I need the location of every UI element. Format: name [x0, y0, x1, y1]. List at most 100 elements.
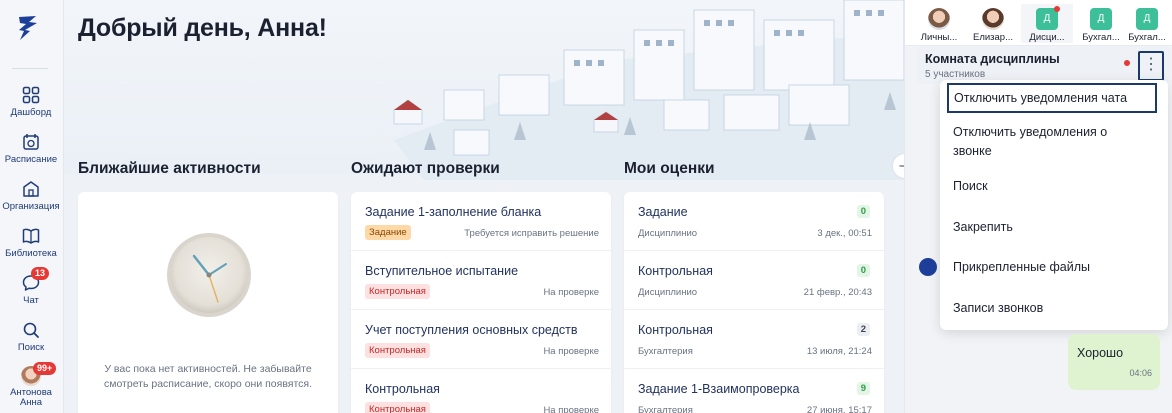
score-badge: 0: [856, 264, 870, 277]
sidebar-item-schedule[interactable]: Расписание: [0, 133, 62, 165]
menu-item-call-records[interactable]: Записи звонков: [940, 299, 1168, 318]
type-tag: Задание: [365, 225, 411, 240]
unread-dot: [1054, 6, 1060, 12]
kebab-icon: ⋮: [1143, 56, 1159, 73]
review-item[interactable]: Контрольная Контрольная На проверке: [351, 369, 611, 413]
review-item-title: Учет поступления основных средств: [365, 323, 578, 337]
search-icon: [23, 322, 39, 338]
grade-subject: Дисциплинио: [638, 228, 698, 239]
review-title: Ожидают проверки: [351, 160, 500, 177]
grade-item-title: Контрольная: [638, 323, 713, 337]
status-dot: [1124, 60, 1130, 66]
chat-tab[interactable]: Личны...: [913, 4, 965, 43]
unread-badge: 13: [31, 267, 50, 280]
sidebar-item-label: Организация: [2, 201, 60, 212]
empty-state-text: У вас пока нет активностей. Не забывайте…: [103, 363, 313, 390]
chat-tab-label: Бухгал...: [1082, 32, 1120, 43]
sidebar-item-organization[interactable]: Организация: [0, 180, 62, 212]
left-sidebar: Дашборд Расписание Организация Библиотек…: [0, 0, 64, 413]
avatar: Д: [1136, 8, 1158, 30]
grade-subject: Дисциплинио: [638, 287, 698, 298]
grade-date: 3 дек., 00:51: [817, 228, 872, 239]
score-badge: 9: [856, 382, 870, 395]
dashboard-icon: [22, 86, 40, 104]
avatar-letter: Д: [1097, 13, 1105, 24]
review-status: На проверке: [543, 287, 599, 298]
review-item-title: Вступительное испытание: [365, 264, 519, 278]
grade-item[interactable]: Задание 1-Взаимопроверка 9 Бухгалтерия 2…: [624, 369, 884, 413]
menu-item-pin[interactable]: Закрепить: [940, 218, 1168, 237]
main-content: Добрый день, Анна! Ближайшие активности …: [64, 0, 904, 413]
menu-item-attached-files[interactable]: Прикрепленные файлы: [940, 258, 1168, 277]
more-options-button[interactable]: ⋮: [1138, 51, 1164, 81]
grades-card: Задание 0 Дисциплинио 3 дек., 00:51 Конт…: [624, 192, 884, 413]
message-text: Хорошо: [1077, 346, 1124, 360]
calendar-icon: [23, 134, 39, 150]
avatar: Д: [1036, 6, 1060, 30]
message-time: 04:06: [1129, 368, 1152, 378]
sidebar-item-dashboard[interactable]: Дашборд: [0, 86, 62, 118]
score-badge: 0: [856, 205, 870, 218]
city-illustration: [393, 0, 904, 180]
review-item[interactable]: Учет поступления основных средств Контро…: [351, 310, 611, 369]
sidebar-item-profile[interactable]: Антонова Анна 99+: [0, 362, 62, 408]
chat-tab[interactable]: Д Бухгал...: [1127, 4, 1167, 43]
review-item[interactable]: Задание 1-заполнение бланка Задание Треб…: [351, 192, 611, 251]
review-status: На проверке: [543, 346, 599, 357]
page-title: Добрый день, Анна!: [78, 14, 327, 42]
grade-item-title: Контрольная: [638, 264, 713, 278]
sidebar-item-search[interactable]: Поиск: [0, 321, 62, 353]
chat-room-header: Комната дисциплины 5 участников: [917, 46, 1171, 84]
grade-subject: Бухгалтерия: [638, 405, 693, 413]
room-title: Комната дисциплины: [925, 52, 1060, 66]
sidebar-item-library[interactable]: Библиотека: [0, 227, 62, 259]
type-tag: Контрольная: [365, 402, 430, 413]
user-name-line2: Анна: [19, 397, 43, 408]
library-icon: [22, 228, 40, 244]
grade-date: 13 июля, 21:24: [806, 346, 872, 357]
chat-context-menu: Отключить уведомления чата Отключить уве…: [940, 80, 1168, 330]
logo-icon[interactable]: [16, 14, 40, 42]
grade-date: 21 февр., 20:43: [803, 287, 872, 298]
chat-tab-label: Дисци...: [1029, 32, 1065, 43]
menu-item-search[interactable]: Поиск: [940, 177, 1168, 196]
sidebar-item-label: Поиск: [17, 342, 45, 353]
grade-subject: Бухгалтерия: [638, 346, 693, 357]
review-item[interactable]: Вступительное испытание Контрольная На п…: [351, 251, 611, 310]
notification-badge: 99+: [33, 362, 57, 375]
chat-tab-label: Личны...: [920, 32, 958, 43]
sidebar-item-label: Дашборд: [10, 107, 52, 118]
chat-tab[interactable]: Д Бухгал...: [1075, 4, 1127, 43]
type-tag: Контрольная: [365, 284, 430, 299]
grade-item-title: Задание: [638, 205, 688, 219]
score-badge: 2: [856, 323, 870, 336]
chat-tab-label: Бухгал...: [1128, 32, 1166, 43]
chat-tab[interactable]: Д Дисци...: [1021, 4, 1073, 43]
hero-banner: Добрый день, Анна!: [64, 0, 904, 180]
grade-item[interactable]: Контрольная 0 Дисциплинио 21 февр., 20:4…: [624, 251, 884, 310]
grade-item-title: Задание 1-Взаимопроверка: [638, 382, 800, 396]
avatar-letter: Д: [1043, 13, 1051, 24]
grades-title: Мои оценки: [624, 160, 715, 177]
menu-item-mute-calls[interactable]: Отключить уведомления о звонке: [940, 123, 1140, 161]
menu-item-mute-chat[interactable]: Отключить уведомления чата: [947, 83, 1157, 113]
chat-tab[interactable]: Елизар...: [967, 4, 1019, 43]
sidebar-divider: [12, 68, 48, 69]
avatar: [982, 8, 1004, 30]
review-item-title: Контрольная: [365, 382, 440, 396]
avatar: [928, 8, 950, 30]
chat-tabs: Личны... Елизар... Д Дисци... Д Бухгал..…: [905, 0, 1172, 46]
sidebar-item-chat[interactable]: Чат 13: [0, 267, 62, 306]
avatar-letter: Д: [1143, 13, 1151, 24]
avatar: Д: [1090, 8, 1112, 30]
activities-card: У вас пока нет активностей. Не забывайте…: [78, 192, 338, 413]
avatar: [919, 258, 937, 276]
review-item-title: Задание 1-заполнение бланка: [365, 205, 542, 219]
type-tag: Контрольная: [365, 343, 430, 358]
review-status: Требуется исправить решение: [464, 228, 599, 239]
chat-tab-label: Елизар...: [972, 32, 1014, 43]
sidebar-item-label: Библиотека: [5, 248, 57, 259]
grade-item[interactable]: Задание 0 Дисциплинио 3 дек., 00:51: [624, 192, 884, 251]
grade-item[interactable]: Контрольная 2 Бухгалтерия 13 июля, 21:24: [624, 310, 884, 369]
review-card: Задание 1-заполнение бланка Задание Треб…: [351, 192, 611, 413]
